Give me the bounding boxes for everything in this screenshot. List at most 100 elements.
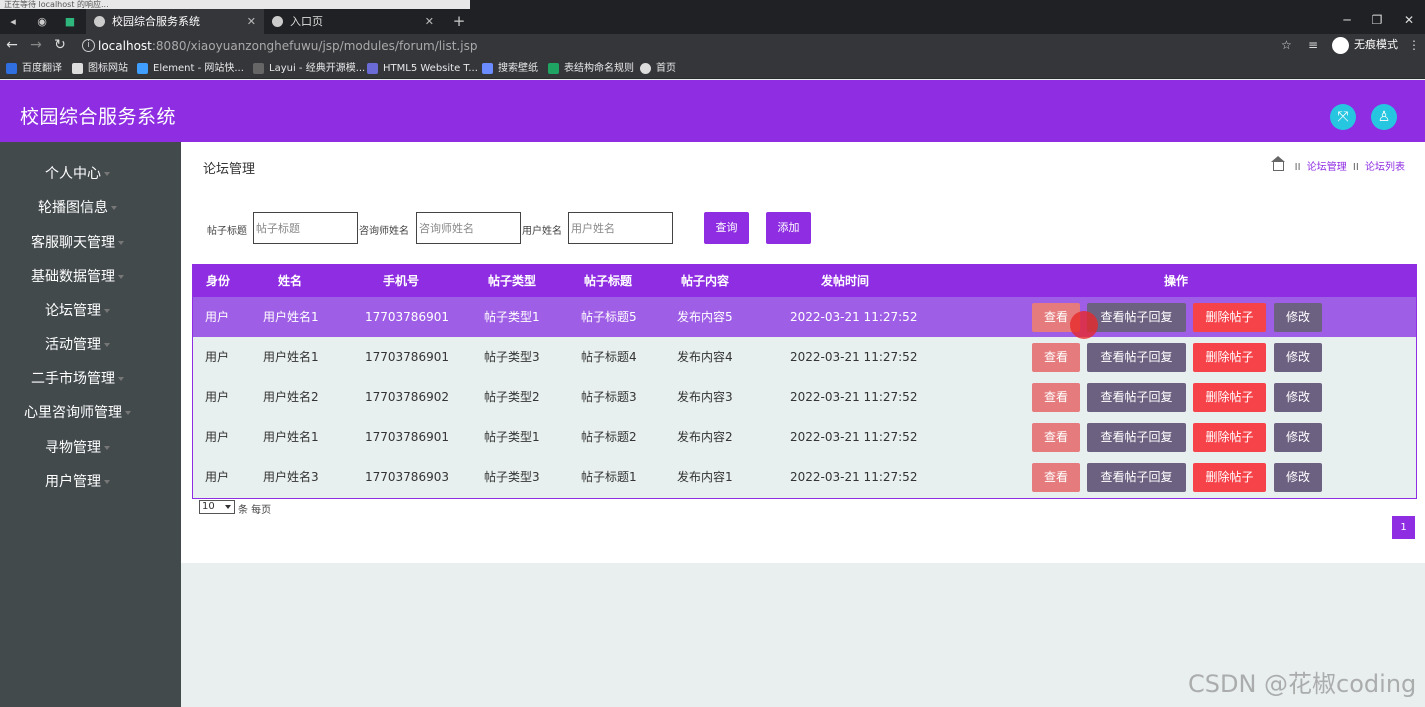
cell-type: 帖子类型1 [484, 310, 540, 324]
delete-post-button[interactable]: 删除帖子 [1193, 423, 1266, 452]
delete-post-button[interactable]: 删除帖子 [1193, 303, 1266, 332]
sidebar-item-users[interactable]: 用户管理 [0, 465, 181, 499]
view-button[interactable]: 查看 [1032, 463, 1080, 492]
bookmark-icon [548, 63, 559, 74]
restore-icon[interactable]: ❐ [1360, 9, 1394, 34]
cell-content: 发布内容2 [677, 430, 733, 444]
bookmark-element[interactable]: Element - 网站快... [137, 58, 244, 79]
close-tab-icon[interactable]: ✕ [247, 9, 256, 34]
query-button[interactable]: 查询 [704, 212, 749, 244]
post-title-label: 帖子标题 [207, 226, 247, 237]
counselor-name-input[interactable] [416, 212, 521, 244]
breadcrumb-forum[interactable]: 论坛管理 [1307, 162, 1347, 173]
chevron-down-icon [125, 411, 131, 415]
table-row[interactable]: 用户 用户姓名1 17703786901 帖子类型3 帖子标题4 发布内容4 2… [193, 337, 1416, 377]
sidebar-item-carousel[interactable]: 轮播图信息 [0, 191, 181, 225]
page-number-button[interactable]: 1 [1392, 516, 1415, 539]
sidebar-item-lost-found[interactable]: 寻物管理 [0, 431, 181, 465]
cell-role: 用户 [205, 350, 230, 364]
table-row[interactable]: 用户 用户姓名3 17703786903 帖子类型3 帖子标题1 发布内容1 2… [193, 457, 1416, 497]
sidebar-item-second-hand[interactable]: 二手市场管理 [0, 362, 181, 396]
bookmark-icon [640, 63, 651, 74]
minimize-icon[interactable]: ─ [1330, 9, 1364, 34]
user-name-input[interactable] [568, 212, 673, 244]
view-reply-button[interactable]: 查看帖子回复 [1087, 383, 1186, 412]
delete-post-button[interactable]: 删除帖子 [1193, 463, 1266, 492]
cell-phone: 17703786901 [365, 430, 449, 444]
pinned-tab-sheet-icon[interactable]: ■ [58, 9, 82, 34]
tab-entry-page[interactable]: 入口页 ✕ [264, 9, 442, 34]
close-window-icon[interactable]: ✕ [1392, 9, 1425, 34]
cell-phone: 17703786901 [365, 310, 449, 324]
edit-button[interactable]: 修改 [1274, 303, 1322, 332]
tab-search-icon[interactable]: ◂ [4, 9, 22, 34]
delete-post-button[interactable]: 删除帖子 [1193, 383, 1266, 412]
cell-role: 用户 [205, 430, 230, 444]
view-reply-button[interactable]: 查看帖子回复 [1087, 343, 1186, 372]
post-title-input[interactable] [253, 212, 358, 244]
bookmark-baidu-translate[interactable]: 百度翻译 [6, 58, 62, 79]
sidebar-item-customer-chat[interactable]: 客服聊天管理 [0, 226, 181, 260]
view-reply-button[interactable]: 查看帖子回复 [1087, 423, 1186, 452]
column-header: 帖子类型 [488, 274, 537, 288]
table-row[interactable]: 用户 用户姓名2 17703786902 帖子类型2 帖子标题3 发布内容3 2… [193, 377, 1416, 417]
breadcrumb: II 论坛管理 II 论坛列表 [1271, 156, 1405, 173]
chevron-down-icon [118, 377, 124, 381]
edit-button[interactable]: 修改 [1274, 463, 1322, 492]
delete-post-button[interactable]: 删除帖子 [1193, 343, 1266, 372]
sidebar-item-personal-center[interactable]: 个人中心 [0, 157, 181, 191]
edit-button[interactable]: 修改 [1274, 343, 1322, 372]
bookmark-star-icon[interactable]: ☆ [1281, 34, 1292, 58]
close-tab-icon[interactable]: ✕ [425, 9, 434, 34]
sidebar-item-basic-data[interactable]: 基础数据管理 [0, 260, 181, 294]
cell-title: 帖子标题2 [581, 430, 637, 444]
sidebar-item-activity[interactable]: 活动管理 [0, 328, 181, 362]
cell-type: 帖子类型1 [484, 430, 540, 444]
chevron-down-icon [104, 172, 110, 176]
breadcrumb-forum-list[interactable]: 论坛列表 [1365, 162, 1405, 173]
view-button[interactable]: 查看 [1032, 343, 1080, 372]
home-icon[interactable] [1271, 156, 1286, 171]
edit-button[interactable]: 修改 [1274, 423, 1322, 452]
browser-menu-icon[interactable]: ⋮ [1408, 34, 1420, 58]
chevron-down-icon [104, 480, 110, 484]
bookmark-icon-site[interactable]: 图标网站 [72, 58, 128, 79]
forward-icon[interactable]: → [24, 34, 48, 58]
bookmark-icon [72, 63, 83, 74]
reload-icon[interactable]: ↻ [48, 34, 72, 58]
table-row[interactable]: 用户 用户姓名1 17703786901 帖子类型1 帖子标题2 发布内容2 2… [193, 417, 1416, 457]
view-reply-button[interactable]: 查看帖子回复 [1087, 303, 1186, 332]
back-icon[interactable]: ← [0, 34, 24, 58]
bookmark-table-naming[interactable]: 表结构命名规则 [548, 58, 634, 79]
new-tab-button[interactable]: + [448, 9, 470, 34]
bookmark-home[interactable]: 首页 [640, 58, 676, 79]
cell-content: 发布内容5 [677, 310, 733, 324]
table-row[interactable]: 用户 用户姓名1 17703786901 帖子类型1 帖子标题5 发布内容5 2… [193, 297, 1416, 337]
pinned-tab-icon[interactable]: ◉ [30, 9, 54, 34]
incognito-indicator[interactable]: 无痕模式 [1332, 34, 1398, 58]
bookmark-layui[interactable]: Layui - 经典开源模... [253, 58, 365, 79]
add-button[interactable]: 添加 [766, 212, 811, 244]
sidebar-item-counselor[interactable]: 心里咨询师管理 [0, 396, 181, 430]
bookmark-icon [367, 63, 378, 74]
cell-name: 用户姓名1 [263, 350, 319, 364]
page-size-select[interactable]: 10 [199, 500, 235, 514]
view-button[interactable]: 查看 [1032, 423, 1080, 452]
edit-button[interactable]: 修改 [1274, 383, 1322, 412]
view-reply-button[interactable]: 查看帖子回复 [1087, 463, 1186, 492]
reading-list-icon[interactable]: ≡ [1308, 34, 1318, 58]
url-field[interactable]: i localhost:8080/xiaoyuanzonghefuwu/jsp/… [76, 36, 1296, 56]
address-bar: ← → ↻ i localhost:8080/xiaoyuanzonghefuw… [0, 34, 1425, 58]
site-info-icon[interactable]: i [82, 39, 95, 52]
sidebar-item-forum[interactable]: 论坛管理 [0, 294, 181, 328]
user-avatar-icon[interactable]: ♙ [1371, 104, 1397, 130]
fullscreen-icon[interactable]: ⤧ [1330, 104, 1356, 130]
chevron-down-icon [104, 309, 110, 313]
bookmark-wallpaper[interactable]: 搜索壁纸 [482, 58, 538, 79]
view-button[interactable]: 查看 [1032, 383, 1080, 412]
tab-favicon-icon [272, 16, 283, 27]
bookmark-html5-website[interactable]: HTML5 Website T... [367, 58, 478, 79]
cell-time: 2022-03-21 11:27:52 [790, 310, 918, 324]
cell-content: 发布内容1 [677, 470, 733, 484]
tab-campus-system[interactable]: 校园综合服务系统 ✕ [86, 9, 264, 34]
